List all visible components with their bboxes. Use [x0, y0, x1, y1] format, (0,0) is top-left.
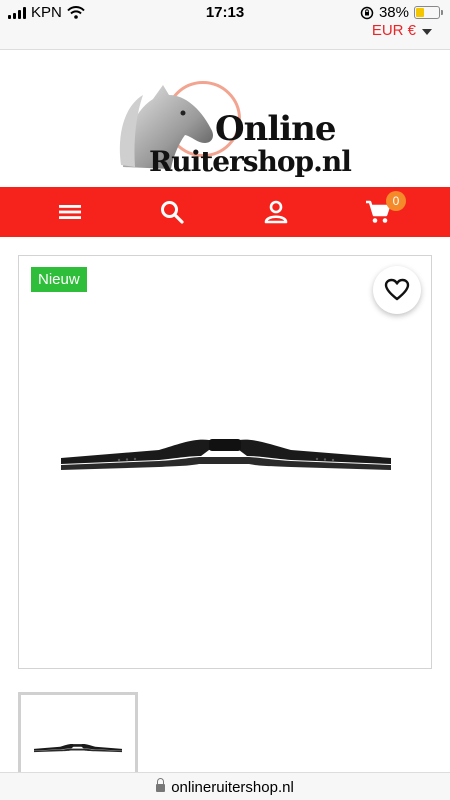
user-icon[interactable]: [262, 198, 290, 226]
chevron-down-icon[interactable]: [422, 29, 432, 35]
search-icon[interactable]: [158, 198, 186, 226]
battery-percent: 38%: [378, 4, 409, 21]
browser-url-bar[interactable]: onlineruitershop.nl: [0, 772, 450, 800]
lock-icon: [156, 778, 166, 792]
cart-count-badge: 0: [386, 191, 406, 211]
main-navbar: 0: [0, 187, 450, 237]
logo-area: Online Ruitershop.nl: [0, 51, 450, 187]
top-bar: EUR €: [0, 20, 450, 50]
menu-icon[interactable]: [56, 198, 84, 226]
site-logo[interactable]: Online Ruitershop.nl: [105, 69, 360, 178]
wishlist-button[interactable]: [373, 266, 421, 314]
orientation-lock-icon: [360, 6, 374, 19]
currency-selector[interactable]: EUR €: [372, 22, 416, 39]
url-text: onlineruitershop.nl: [171, 779, 294, 796]
product-image: [61, 439, 391, 470]
logo-text-online: Online: [215, 109, 337, 149]
product-image-frame[interactable]: Nieuw: [18, 255, 432, 669]
product-thumbnail-image: [34, 743, 122, 753]
new-badge: Nieuw: [31, 267, 87, 292]
heart-icon: [384, 278, 410, 301]
logo-text-ruitershop: Ruitershop.nl: [149, 145, 352, 178]
battery-icon: [414, 6, 443, 19]
